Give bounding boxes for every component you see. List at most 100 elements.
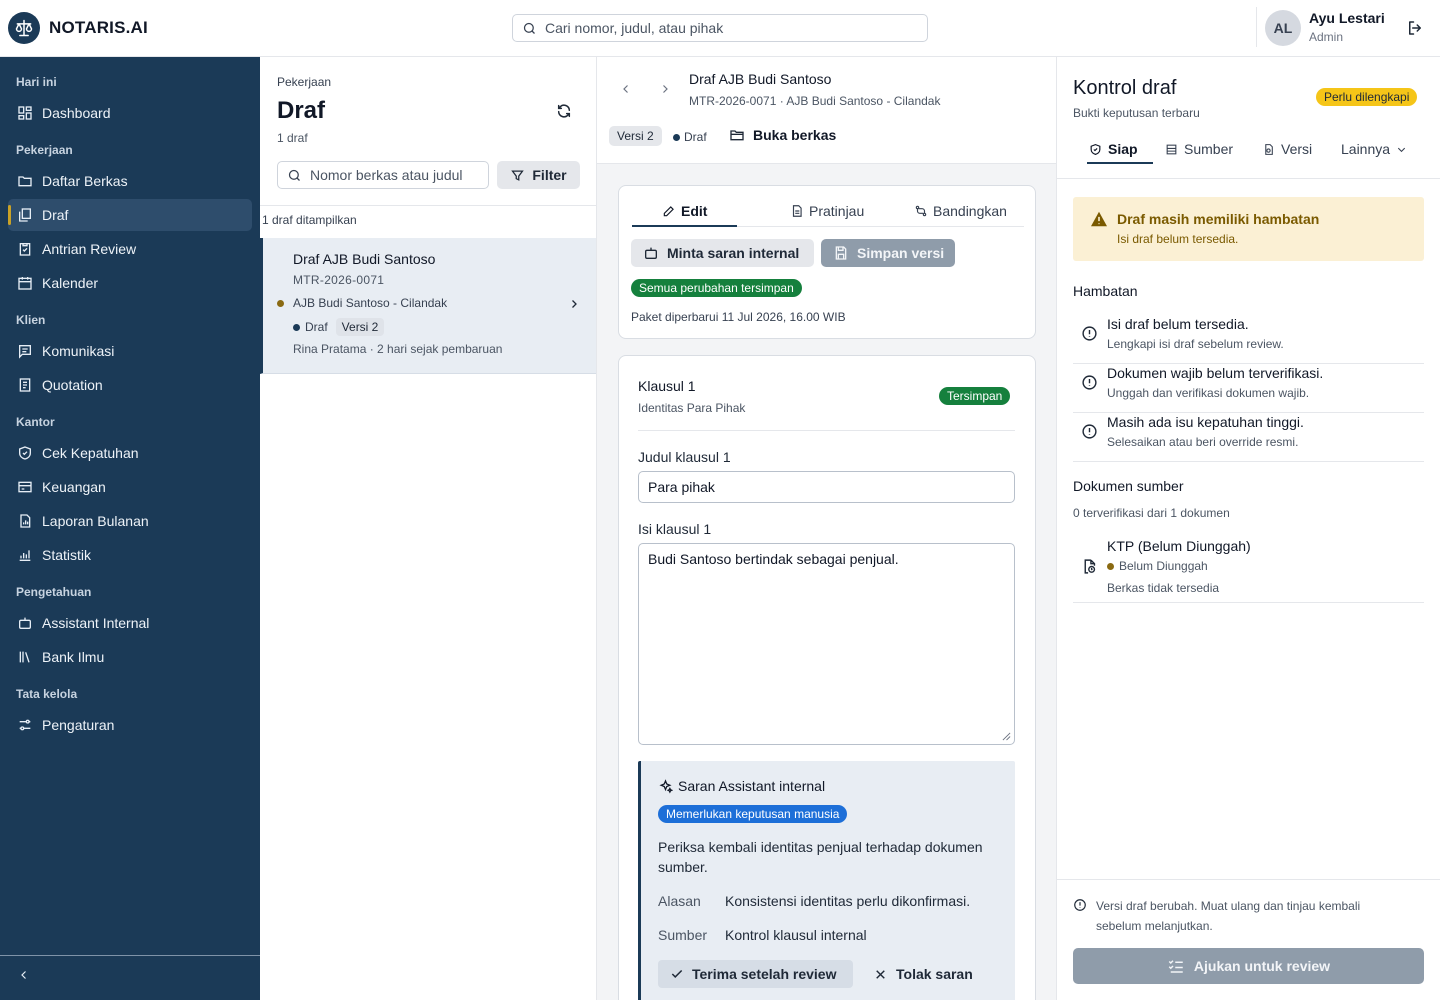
sidebar-item-quotation[interactable]: Quotation	[8, 369, 252, 401]
top-bar: NOTARIS.AI Cari nomor, judul, atau pihak…	[0, 0, 1440, 57]
sidebar-item-label: Dashboard	[42, 105, 111, 121]
list-item[interactable]: Draf AJB Budi Santoso MTR-2026-0071 AJB …	[260, 238, 596, 374]
draft-code: MTR-2026-0071	[293, 273, 385, 287]
button-label: Ajukan untuk review	[1193, 958, 1331, 974]
editor-subtitle: MTR-2026-0071 · AJB Budi Santoso - Cilan…	[689, 94, 941, 108]
tab-edit[interactable]: Edit	[662, 203, 707, 219]
sidebar: Hari ini Dashboard Pekerjaan Daftar Berk…	[0, 57, 260, 1000]
tab-preview[interactable]: Pratinjau	[790, 203, 864, 219]
clause-title-input[interactable]: Para pihak	[638, 471, 1015, 503]
global-search[interactable]: Cari nomor, judul, atau pihak	[512, 14, 928, 42]
clause-saved-badge: Tersimpan	[939, 387, 1011, 405]
filter-button[interactable]: Filter	[497, 161, 580, 189]
divider	[260, 205, 596, 206]
divider	[638, 430, 1015, 431]
sidebar-item-review-queue[interactable]: Antrian Review	[8, 233, 252, 265]
open-file-button[interactable]: Buka berkas	[729, 127, 836, 143]
client-label: AJB Budi Santoso - Cilandak	[293, 296, 448, 310]
brand[interactable]: NOTARIS.AI	[8, 12, 148, 44]
clause-body-textarea[interactable]: Budi Santoso bertindak sebagai penjual.	[638, 543, 1015, 745]
submit-review-button[interactable]: Ajukan untuk review	[1073, 948, 1424, 984]
reason-value: Konsistensi identitas perlu dikonfirmasi…	[725, 893, 971, 909]
clause-card: Klausul 1 Identitas Para Pihak Tersimpan…	[618, 355, 1036, 1000]
status-dot	[673, 133, 680, 141]
resize-handle-icon[interactable]	[1002, 732, 1011, 741]
button-label: Tolak saran	[896, 966, 973, 982]
editor-title: Draf AJB Budi Santoso	[689, 71, 832, 87]
suggestion-title-text: Saran Assistant internal	[678, 778, 826, 794]
sidebar-item-statistics[interactable]: Statistik	[8, 539, 252, 571]
ask-suggestion-button[interactable]: Minta saran internal	[631, 239, 814, 267]
sidebar-item-dashboard[interactable]: Dashboard	[8, 97, 252, 129]
search-input[interactable]: Cari nomor, judul, atau pihak	[545, 20, 723, 36]
sidebar-section-work: Pekerjaan	[16, 143, 73, 157]
assistant-suggestion: Saran Assistant internal Memerlukan kepu…	[638, 761, 1015, 1000]
filter-icon	[511, 170, 525, 181]
tab-source[interactable]: Sumber	[1165, 141, 1233, 157]
draft-search-input[interactable]: Nomor berkas atau judul	[277, 161, 489, 189]
previous-button[interactable]	[620, 83, 632, 95]
sidebar-item-label: Daftar Berkas	[42, 173, 128, 189]
database-icon	[1166, 144, 1177, 154]
status-label: Draf	[684, 130, 707, 144]
sidebar-section-today: Hari ini	[16, 75, 57, 89]
button-label: Terima setelah review	[692, 966, 837, 982]
sidebar-item-monthly-report[interactable]: Laporan Bulanan	[8, 505, 252, 537]
open-file-label: Buka berkas	[753, 127, 837, 143]
sidebar-item-label: Assistant Internal	[42, 615, 150, 631]
next-button[interactable]	[659, 83, 671, 95]
tab-more[interactable]: Lainnya	[1341, 141, 1407, 157]
sidebar-item-files[interactable]: Daftar Berkas	[8, 165, 252, 197]
alert-circle-icon	[1082, 326, 1097, 341]
tab-ready[interactable]: Siap	[1089, 141, 1138, 157]
sidebar-item-finance[interactable]: Keuangan	[8, 471, 252, 503]
sidebar-item-communication[interactable]: Komunikasi	[8, 335, 252, 367]
edit-toolbar-card: Edit Pratinjau Bandingkan Minta saran in…	[618, 185, 1036, 339]
list-item: Masih ada isu kepatuhan tinggi. Selesaik…	[1073, 413, 1424, 462]
reject-suggestion-button[interactable]: Tolak saran	[874, 960, 973, 988]
source-docs-title: Dokumen sumber	[1073, 478, 1184, 494]
sidebar-item-compliance[interactable]: Cek Kepatuhan	[8, 437, 252, 469]
accept-suggestion-button[interactable]: Terima setelah review	[658, 960, 853, 988]
sidebar-section-clients: Klien	[16, 313, 46, 327]
blocker-sub: Lengkapi isi draf sebelum review.	[1107, 337, 1284, 351]
sidebar-item-assistant[interactable]: Assistant Internal	[8, 607, 252, 639]
sidebar-item-settings[interactable]: Pengaturan	[8, 709, 252, 741]
tab-compare[interactable]: Bandingkan	[914, 203, 1007, 219]
package-updated-note: Paket diperbarui 11 Jul 2026, 16.00 WIB	[631, 310, 846, 324]
scale-icon	[8, 12, 40, 44]
status-label: Belum Diunggah	[1119, 559, 1208, 573]
save-version-button[interactable]: Simpan versi	[821, 239, 955, 267]
editor-header: Draf AJB Budi Santoso MTR-2026-0071 · AJ…	[597, 57, 1056, 164]
tab-version[interactable]: Versi	[1262, 141, 1312, 157]
list-item: Dokumen wajib belum terverifikasi. Ungga…	[1073, 364, 1424, 413]
sidebar-item-knowledge-bank[interactable]: Bank Ilmu	[8, 641, 252, 673]
tab-label: Lainnya	[1341, 141, 1391, 157]
sidebar-item-calendar[interactable]: Kalender	[8, 267, 252, 299]
warning-text: Isi draf belum tersedia.	[1117, 232, 1239, 246]
save-icon	[835, 246, 847, 260]
list-item[interactable]: KTP (Belum Diunggah) Belum Diunggah Berk…	[1073, 537, 1424, 603]
report-icon	[20, 514, 31, 528]
tab-label: Siap	[1108, 141, 1138, 157]
check-icon	[671, 969, 683, 978]
avatar[interactable]: AL	[1265, 10, 1301, 46]
info-circle-icon	[1074, 899, 1086, 911]
sparkles-icon	[659, 778, 673, 794]
app-name: NOTARIS.AI	[49, 18, 148, 37]
sidebar-item-drafts[interactable]: Draf	[8, 199, 252, 231]
breadcrumb[interactable]: Pekerjaan	[277, 75, 331, 89]
tab-label: Sumber	[1184, 141, 1234, 157]
collapse-sidebar-button[interactable]	[18, 969, 30, 981]
suggestion-source: Sumber Kontrol klausul internal	[658, 927, 867, 943]
search-icon	[523, 22, 535, 34]
active-tab-indicator	[1087, 162, 1153, 164]
draft-count: 1 draf	[277, 131, 308, 145]
compare-icon	[915, 205, 927, 217]
saved-status-badge: Semua perubahan tersimpan	[631, 279, 802, 297]
clause-title: Klausul 1	[638, 378, 696, 394]
refresh-button[interactable]	[556, 103, 572, 119]
logout-button[interactable]	[1406, 19, 1424, 37]
source-docs-count: 0 terverifikasi dari 1 dokumen	[1073, 506, 1230, 520]
sidebar-section-governance: Tata kelola	[16, 687, 78, 701]
